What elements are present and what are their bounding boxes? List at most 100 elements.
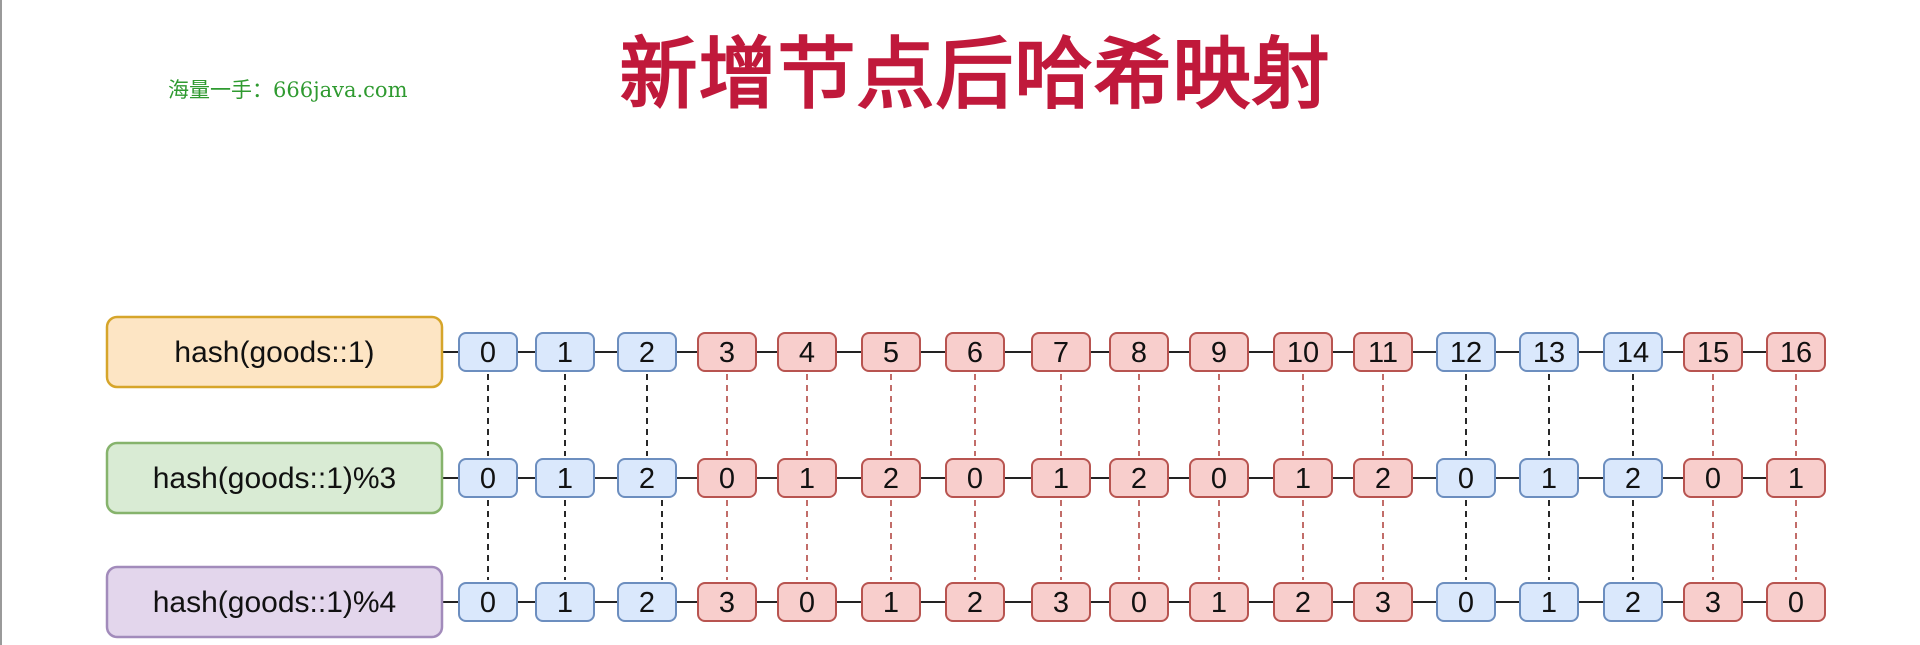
value-cell: 1 [1519, 582, 1579, 622]
value-cell-text: 1 [1541, 463, 1557, 495]
value-cell: 1 [535, 332, 595, 372]
value-cell-text: 1 [1295, 463, 1311, 495]
value-cell-text: 4 [799, 337, 815, 369]
value-cell: 10 [1273, 332, 1333, 372]
value-cell-text: 1 [557, 587, 573, 619]
value-cell-text: 0 [799, 587, 815, 619]
value-cell: 0 [1436, 458, 1496, 498]
value-cell-text: 10 [1287, 337, 1319, 369]
value-cell-text: 1 [557, 463, 573, 495]
value-cell: 1 [1189, 582, 1249, 622]
value-cell: 2 [617, 332, 677, 372]
value-cell: 8 [1109, 332, 1169, 372]
value-cell-text: 1 [883, 587, 899, 619]
value-cell-text: 3 [1053, 587, 1069, 619]
value-cell: 0 [1766, 582, 1826, 622]
value-cell-text: 0 [1211, 463, 1227, 495]
value-cell-text: 16 [1780, 337, 1812, 369]
value-cell-text: 2 [883, 463, 899, 495]
value-cell: 2 [1109, 458, 1169, 498]
value-cell: 2 [617, 582, 677, 622]
value-cell: 0 [1189, 458, 1249, 498]
value-cell: 0 [1683, 458, 1743, 498]
value-cell-text: 15 [1697, 337, 1729, 369]
value-cell: 0 [945, 458, 1005, 498]
hash-mapping-diagram: hash(goods::1) 0 1 2 3 4 5 6 7 8 9 10 11 12 13 14 15 16ha… [105, 315, 1826, 639]
value-cell-text: 1 [1053, 463, 1069, 495]
value-cell: 1 [535, 582, 595, 622]
value-cell: 0 [697, 458, 757, 498]
value-cell-text: 2 [639, 587, 655, 619]
value-cell-text: 5 [883, 337, 899, 369]
value-cell: 2 [617, 458, 677, 498]
value-cell-text: 9 [1211, 337, 1227, 369]
value-cell: 12 [1436, 332, 1496, 372]
value-cell: 0 [1436, 582, 1496, 622]
value-cell: 2 [1603, 458, 1663, 498]
value-cell: 1 [1273, 458, 1333, 498]
row-label-3: hash(goods::1)%4 [105, 565, 444, 639]
value-cell-text: 2 [1375, 463, 1391, 495]
value-cell: 2 [861, 458, 921, 498]
value-cell: 6 [945, 332, 1005, 372]
row-label-1: hash(goods::1) [105, 315, 444, 389]
row-label-2: hash(goods::1)%3 [105, 441, 444, 515]
value-cell: 11 [1353, 332, 1413, 372]
value-cell-text: 1 [799, 463, 815, 495]
value-cell: 2 [1603, 582, 1663, 622]
value-cell-text: 0 [1705, 463, 1721, 495]
value-cell: 14 [1603, 332, 1663, 372]
row-label-text: hash(goods::1) [174, 336, 374, 369]
value-cell-text: 2 [1295, 587, 1311, 619]
value-cell-text: 1 [557, 337, 573, 369]
value-cell-text: 13 [1533, 337, 1565, 369]
value-cell: 7 [1031, 332, 1091, 372]
value-cell: 1 [1519, 458, 1579, 498]
value-cell-text: 1 [1211, 587, 1227, 619]
value-cell-text: 0 [719, 463, 735, 495]
value-cell: 0 [458, 582, 518, 622]
value-cell-text: 0 [1788, 587, 1804, 619]
value-cell-text: 11 [1368, 337, 1398, 369]
value-cell-text: 1 [1788, 463, 1804, 495]
value-cell-text: 2 [639, 337, 655, 369]
value-cell-text: 3 [719, 587, 735, 619]
value-cell: 3 [1683, 582, 1743, 622]
row-label-text: hash(goods::1)%3 [153, 462, 397, 495]
value-cell-text: 1 [1541, 587, 1557, 619]
value-cell-text: 6 [967, 337, 983, 369]
row-label-text: hash(goods::1)%4 [153, 586, 397, 619]
value-cell: 2 [945, 582, 1005, 622]
value-cell: 0 [777, 582, 837, 622]
value-cell: 16 [1766, 332, 1826, 372]
value-cell: 3 [697, 332, 757, 372]
value-cell-text: 3 [1705, 587, 1721, 619]
value-cell: 2 [1273, 582, 1333, 622]
value-cell: 0 [458, 458, 518, 498]
value-cell-text: 2 [639, 463, 655, 495]
value-cell: 0 [458, 332, 518, 372]
value-cell-text: 0 [480, 463, 496, 495]
value-cell: 13 [1519, 332, 1579, 372]
value-cell-text: 0 [480, 337, 496, 369]
value-cell-text: 12 [1450, 337, 1482, 369]
value-cell-text: 7 [1053, 337, 1069, 369]
value-cell-text: 2 [967, 587, 983, 619]
value-cell: 1 [777, 458, 837, 498]
value-cell: 1 [1031, 458, 1091, 498]
value-cell-text: 3 [1375, 587, 1391, 619]
value-cell: 3 [1353, 582, 1413, 622]
value-cell: 0 [1109, 582, 1169, 622]
value-cell: 5 [861, 332, 921, 372]
value-cell: 9 [1189, 332, 1249, 372]
value-cell-text: 14 [1617, 337, 1649, 369]
value-cell: 3 [1031, 582, 1091, 622]
value-cell-text: 0 [1131, 587, 1147, 619]
value-cell-text: 2 [1131, 463, 1147, 495]
value-cell: 4 [777, 332, 837, 372]
value-cell-text: 8 [1131, 337, 1147, 369]
value-cell: 2 [1353, 458, 1413, 498]
value-cell-text: 0 [1458, 463, 1474, 495]
value-cell: 1 [1766, 458, 1826, 498]
value-cell: 1 [861, 582, 921, 622]
